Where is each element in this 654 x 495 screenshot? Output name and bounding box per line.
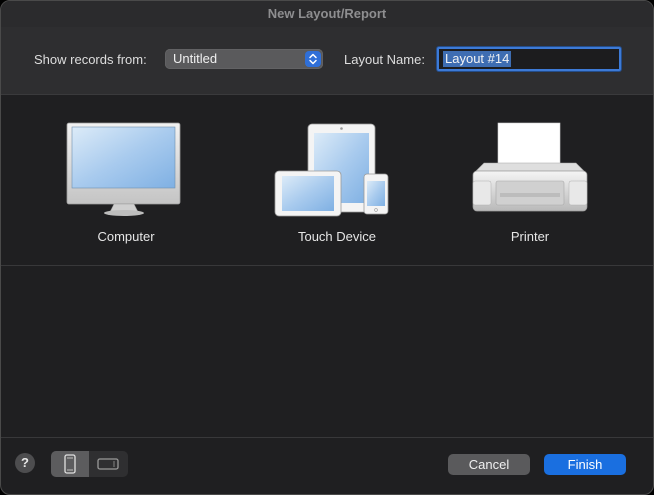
show-records-value: Untitled (173, 51, 218, 66)
new-layout-dialog: New Layout/Report Show records from: Unt… (0, 0, 654, 495)
phone-landscape-icon (97, 458, 119, 470)
show-records-popup[interactable]: Untitled (165, 49, 323, 69)
computer-icon (66, 122, 181, 216)
finish-button[interactable]: Finish (544, 454, 626, 475)
phone-portrait-icon (64, 454, 76, 474)
device-printer-label: Printer (510, 229, 550, 244)
device-printer[interactable]: Printer (460, 95, 600, 265)
popup-stepper-icon (305, 51, 321, 67)
layout-name-label: Layout Name: (344, 52, 425, 67)
window-title: New Layout/Report (1, 1, 653, 27)
cancel-button[interactable]: Cancel (448, 454, 530, 475)
device-touch[interactable]: Touch Device (267, 95, 407, 265)
toolbar: Show records from: Untitled Layout Name:… (1, 27, 653, 95)
show-records-label: Show records from: (34, 52, 147, 67)
footer-divider (1, 437, 653, 438)
device-computer-label: Computer (97, 229, 155, 244)
layout-name-input[interactable]: Layout #14 (437, 47, 621, 71)
device-touch-label: Touch Device (297, 229, 377, 244)
orientation-segmented-control (51, 451, 128, 477)
device-computer[interactable]: Computer (56, 95, 196, 265)
layout-name-value: Layout #14 (443, 51, 512, 67)
printer-icon (472, 122, 588, 212)
device-picker: Computer Touch Device Printer (1, 95, 653, 266)
help-button[interactable]: ? (15, 453, 35, 473)
touch-device-icon (274, 123, 389, 217)
